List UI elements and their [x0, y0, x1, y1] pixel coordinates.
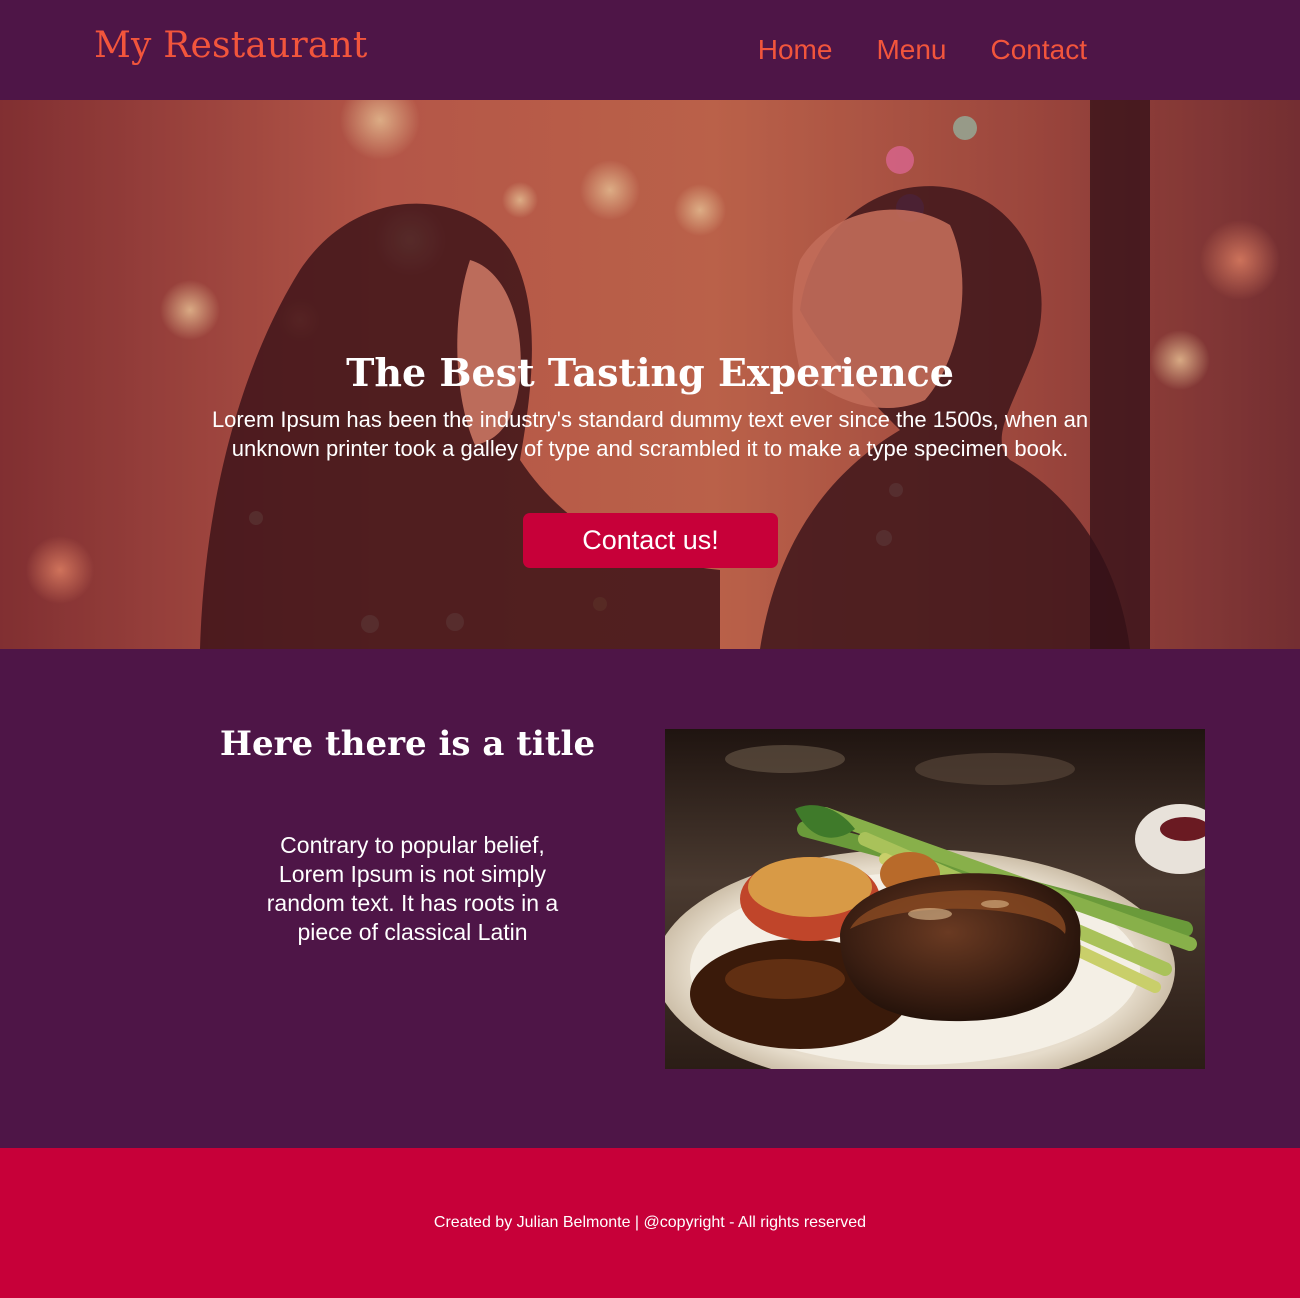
feature-title: Here there is a title [219, 724, 596, 764]
site-footer: Created by Julian Belmonte | @copyright … [0, 1148, 1300, 1298]
main-nav: Home Menu Contact [758, 34, 1087, 66]
footer-copyright: Created by Julian Belmonte | @copyright … [433, 1214, 867, 1231]
steak-dinner-image [665, 729, 1205, 1069]
nav-menu-link[interactable]: Menu [876, 34, 946, 66]
steak-plate-illustration [665, 729, 1205, 1069]
contact-us-button[interactable]: Contact us! [523, 513, 778, 568]
hero-section: The Best Tasting Experience Lorem Ipsum … [0, 100, 1300, 649]
hero-description: Lorem Ipsum has been the industry's stan… [211, 407, 1089, 461]
hero-title: The Best Tasting Experience [346, 350, 954, 395]
site-header: My Restaurant Home Menu Contact [0, 0, 1300, 100]
nav-contact-link[interactable]: Contact [991, 34, 1088, 66]
site-logo[interactable]: My Restaurant [94, 24, 368, 68]
nav-home-link[interactable]: Home [758, 34, 833, 66]
feature-description: Contrary to popular belief, Lorem Ipsum … [266, 832, 559, 945]
feature-section: Here there is a title Contrary to popula… [0, 649, 1300, 1148]
